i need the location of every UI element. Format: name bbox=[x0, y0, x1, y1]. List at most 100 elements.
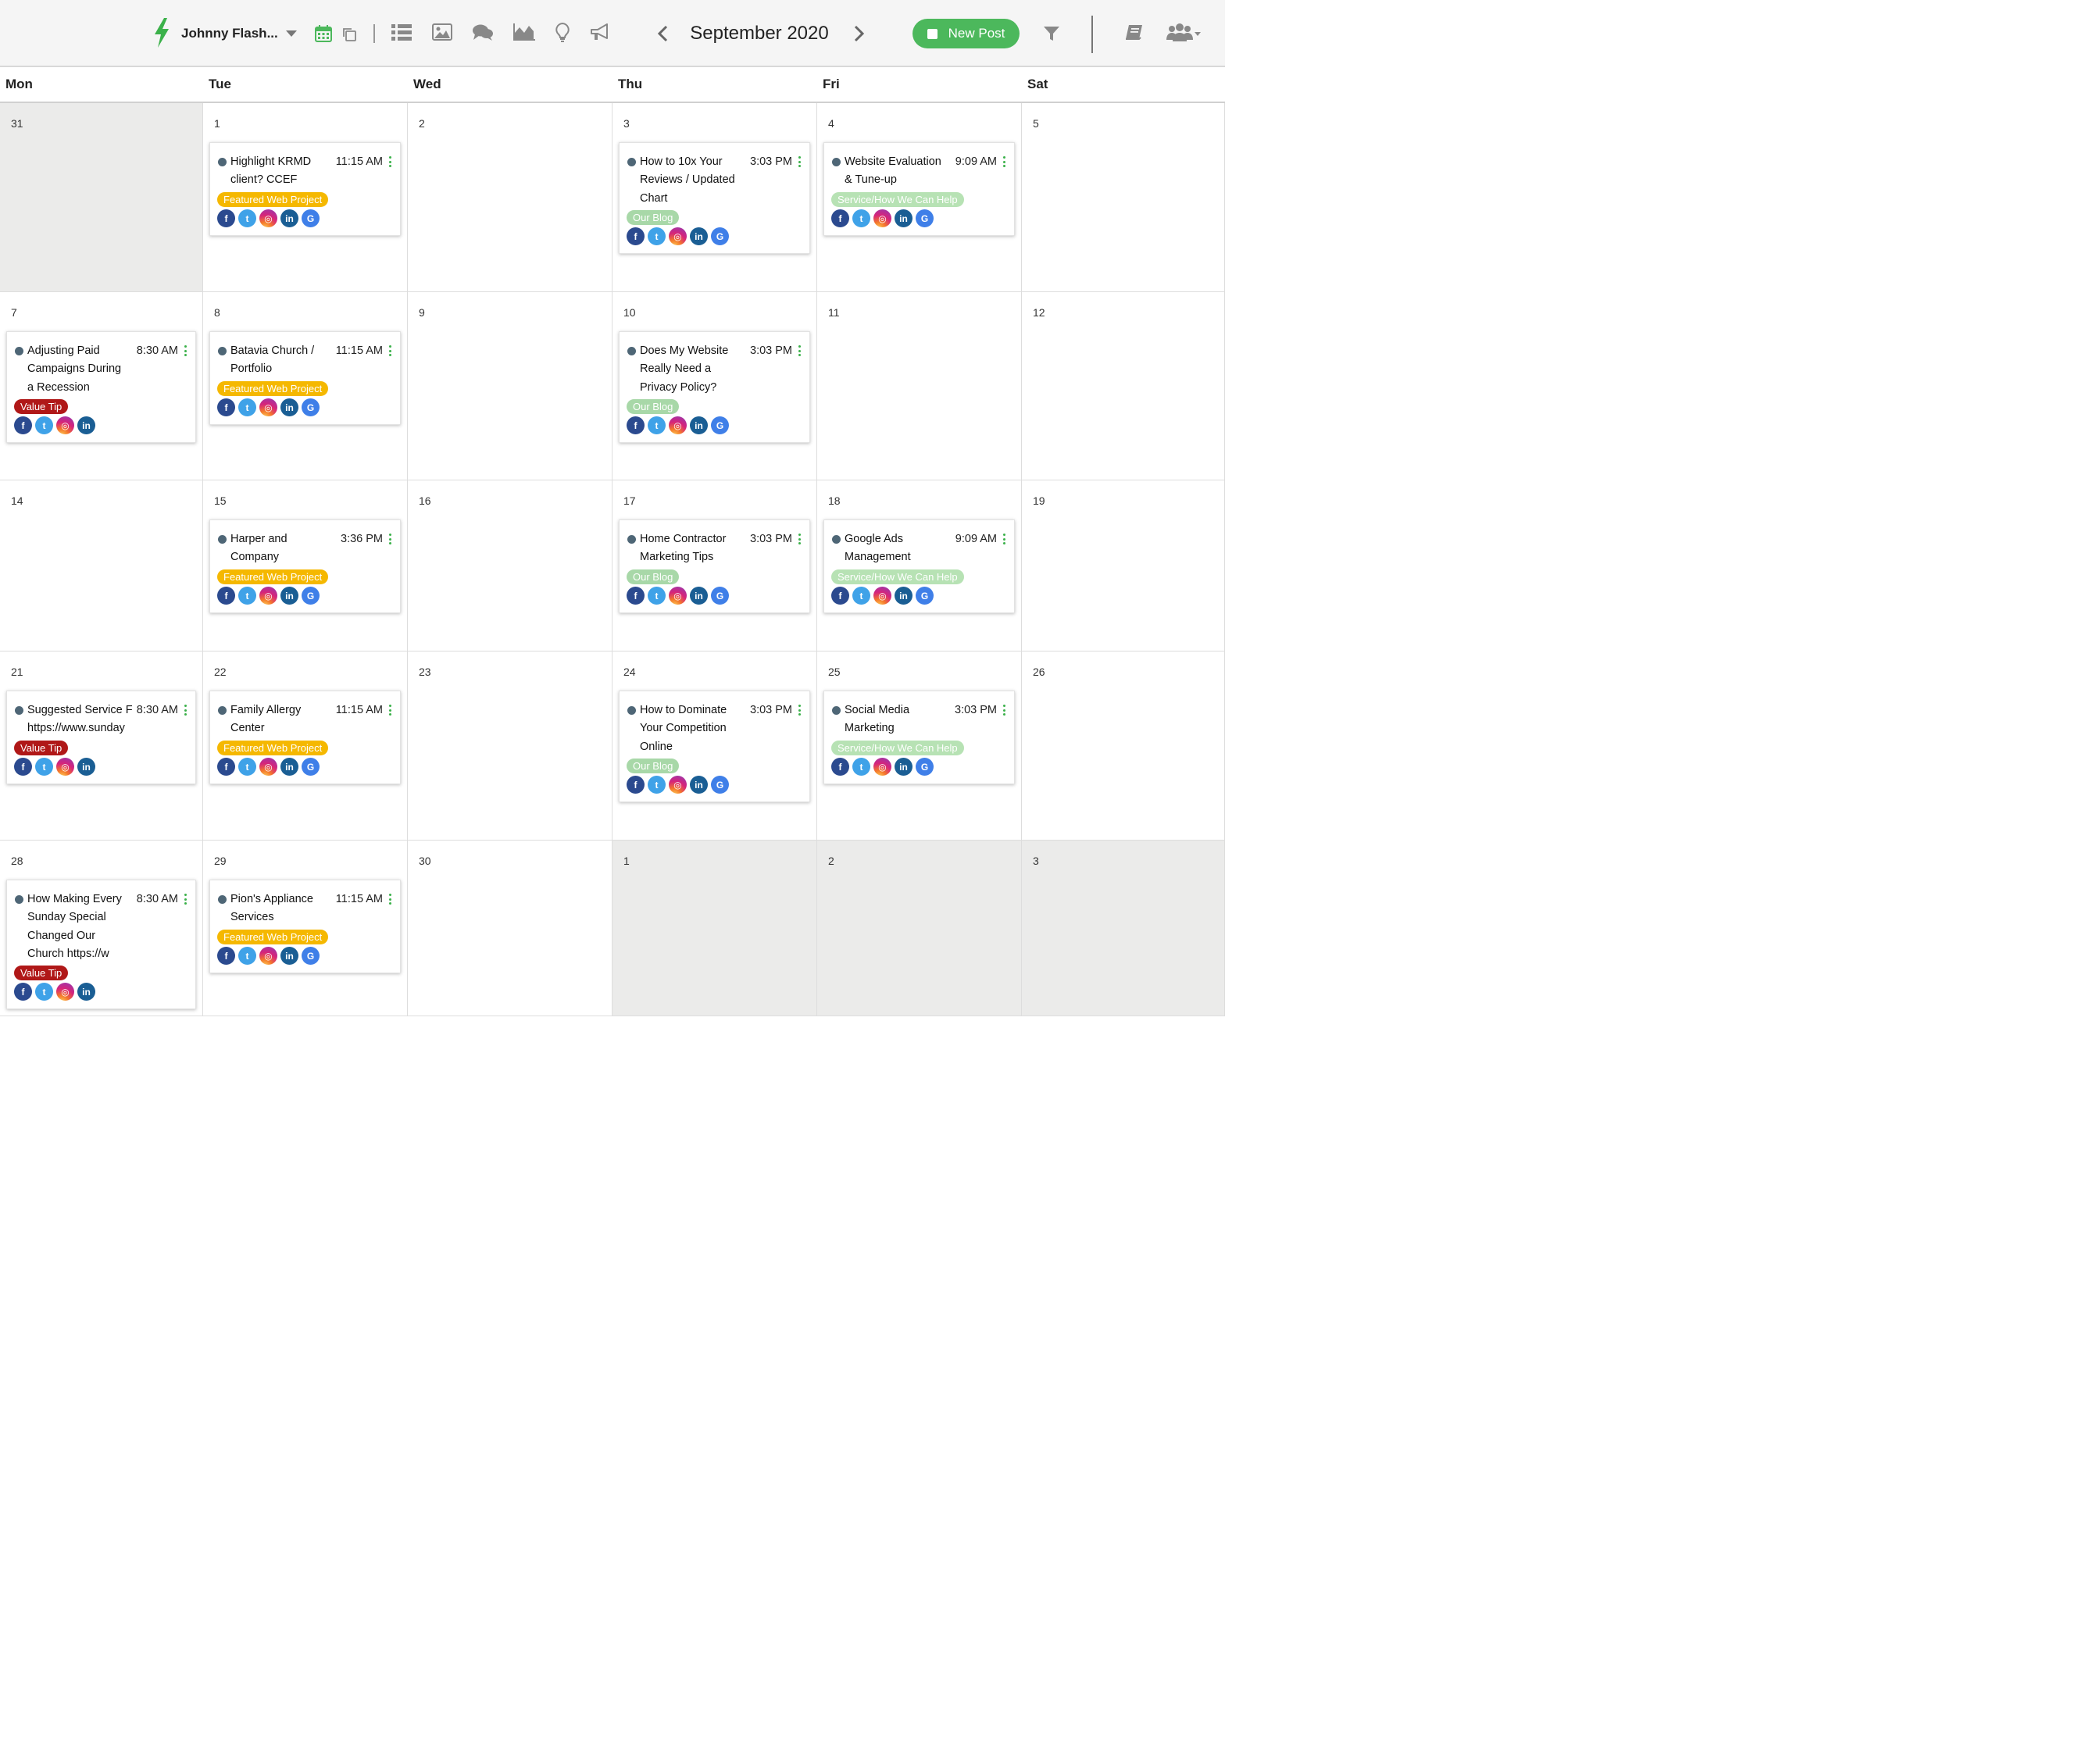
facebook-icon: f bbox=[217, 587, 235, 605]
post-card[interactable]: Google Ads Management 9:09 AM Service/How W… bbox=[823, 519, 1015, 613]
day-number: 1 bbox=[214, 117, 220, 130]
post-card[interactable]: Does My Website Really Need a Privacy Poli… bbox=[619, 331, 810, 443]
post-status-dot bbox=[627, 158, 636, 166]
post-menu-icon[interactable] bbox=[184, 894, 188, 905]
post-category-tag: Value Tip bbox=[14, 399, 69, 414]
post-card[interactable]: Family Allergy Center 11:15 AM Featured Web… bbox=[209, 691, 401, 784]
post-title: Pion's Appliance Services bbox=[230, 891, 335, 927]
post-card[interactable]: Harper and Company 3:36 PM Featured Web Pro… bbox=[209, 519, 401, 613]
day-cell[interactable]: 5 bbox=[1022, 103, 1225, 292]
lightbulb-icon[interactable] bbox=[554, 22, 571, 43]
day-cell[interactable]: 16 bbox=[408, 480, 612, 651]
list-view-icon[interactable] bbox=[391, 23, 412, 41]
day-cell[interactable]: 11 bbox=[817, 292, 1022, 480]
post-card[interactable]: Batavia Church / Portfolio 11:15 AM Feature… bbox=[209, 331, 401, 425]
month-label: September 2020 bbox=[690, 23, 829, 44]
day-cell[interactable]: 29 Pion's Appliance Services 11:15 AM Featur… bbox=[203, 841, 408, 1016]
post-menu-icon[interactable] bbox=[389, 705, 392, 716]
twitter-icon: t bbox=[648, 776, 666, 794]
post-networks: f t ◎ in bbox=[14, 416, 95, 434]
post-menu-icon[interactable] bbox=[1003, 156, 1006, 167]
post-menu-icon[interactable] bbox=[389, 345, 392, 356]
post-networks: f t ◎ in bbox=[14, 983, 95, 1001]
day-cell[interactable]: 2 bbox=[817, 841, 1022, 1016]
post-title: Does My Website Really Need a Privacy Poli… bbox=[640, 342, 745, 397]
post-title-line: Reviews / Updated bbox=[640, 173, 735, 187]
post-menu-icon[interactable] bbox=[389, 894, 392, 905]
day-cell[interactable]: 30 bbox=[408, 841, 612, 1016]
day-cell[interactable]: 15 Harper and Company 3:36 PM Featured Web P… bbox=[203, 480, 408, 651]
day-cell[interactable]: 12 bbox=[1022, 292, 1225, 480]
instagram-icon: ◎ bbox=[873, 758, 891, 776]
analytics-icon[interactable] bbox=[512, 23, 536, 41]
day-cell[interactable]: 22 Family Allergy Center 11:15 AM Featured W… bbox=[203, 651, 408, 841]
day-cell[interactable]: 14 bbox=[0, 480, 203, 651]
post-card[interactable]: Website Evaluation & Tune-up 9:09 AM Servic… bbox=[823, 142, 1015, 236]
day-cell[interactable]: 3 bbox=[1022, 841, 1225, 1016]
post-card[interactable]: Home Contractor Marketing Tips 3:03 PM Our … bbox=[619, 519, 810, 613]
new-post-button[interactable]: New Post bbox=[912, 19, 1020, 48]
post-menu-icon[interactable] bbox=[1003, 705, 1006, 716]
day-cell[interactable]: 21 Suggested Service F https://www.sunday 8… bbox=[0, 651, 203, 841]
day-cell[interactable]: 8 Batavia Church / Portfolio 11:15 AM Featur… bbox=[203, 292, 408, 480]
post-menu-icon[interactable] bbox=[798, 705, 802, 716]
filter-icon[interactable] bbox=[1042, 24, 1061, 43]
comments-icon[interactable] bbox=[472, 23, 494, 41]
post-card[interactable]: How Making Every Sunday Special Changed Ou… bbox=[6, 880, 196, 1009]
post-card[interactable]: Adjusting Paid Campaigns During a Recessio… bbox=[6, 331, 196, 443]
post-menu-icon[interactable] bbox=[798, 345, 802, 356]
post-time: 8:30 AM bbox=[136, 344, 178, 357]
image-icon[interactable] bbox=[431, 23, 453, 41]
linkedin-icon: in bbox=[77, 416, 95, 434]
post-menu-icon[interactable] bbox=[184, 705, 188, 716]
day-cell[interactable]: 28 How Making Every Sunday Special Changed … bbox=[0, 841, 203, 1016]
google-icon: G bbox=[916, 587, 934, 605]
day-cell[interactable]: 31 bbox=[0, 103, 203, 292]
post-time: 3:36 PM bbox=[341, 533, 383, 545]
day-cell[interactable]: 3 How to 10x Your Reviews / Updated Chart 3:… bbox=[612, 103, 817, 292]
post-card[interactable]: Pion's Appliance Services 11:15 AM Featured… bbox=[209, 880, 401, 973]
megaphone-icon[interactable] bbox=[589, 23, 611, 42]
facebook-icon: f bbox=[627, 227, 645, 245]
copy-icon[interactable] bbox=[341, 26, 358, 43]
post-menu-icon[interactable] bbox=[389, 156, 392, 167]
post-card[interactable]: How to 10x Your Reviews / Updated Chart 3:0… bbox=[619, 142, 810, 254]
post-card[interactable]: How to Dominate Your Competition Online 3:0… bbox=[619, 691, 810, 802]
day-cell[interactable]: 18 Google Ads Management 9:09 AM Service/How… bbox=[817, 480, 1022, 651]
prev-month-button[interactable] bbox=[653, 23, 672, 44]
post-menu-icon[interactable] bbox=[798, 156, 802, 167]
post-category-tag: Featured Web Project bbox=[217, 930, 329, 944]
day-cell[interactable]: 25 Social Media Marketing 3:03 PM Service/Ho… bbox=[817, 651, 1022, 841]
day-cell[interactable]: 7 Adjusting Paid Campaigns During a Recessi… bbox=[0, 292, 203, 480]
instagram-icon: ◎ bbox=[259, 758, 277, 776]
day-cell[interactable]: 17 Home Contractor Marketing Tips 3:03 PM Ou… bbox=[612, 480, 817, 651]
facebook-icon: f bbox=[627, 776, 645, 794]
day-cell[interactable]: 10 Does My Website Really Need a Privacy Po… bbox=[612, 292, 817, 480]
post-card[interactable]: Highlight KRMD client? CCEF 11:15 AM Featur… bbox=[209, 142, 401, 236]
day-cell[interactable]: 2 bbox=[408, 103, 612, 292]
day-cell[interactable]: 4 Website Evaluation & Tune-up 9:09 AM Servi… bbox=[817, 103, 1022, 292]
day-cell[interactable]: 1 bbox=[612, 841, 817, 1016]
day-cell[interactable]: 23 bbox=[408, 651, 612, 841]
google-icon: G bbox=[916, 758, 934, 776]
day-cell[interactable]: 1 Highlight KRMD client? CCEF 11:15 AM Featu… bbox=[203, 103, 408, 292]
team-menu-icon[interactable] bbox=[1166, 22, 1202, 44]
day-cell[interactable]: 19 bbox=[1022, 480, 1225, 651]
next-month-button[interactable] bbox=[850, 23, 869, 44]
day-cell[interactable]: 24 How to Dominate Your Competition Online 3… bbox=[612, 651, 817, 841]
post-menu-icon[interactable] bbox=[1003, 534, 1006, 544]
post-title-line: Chart bbox=[640, 191, 668, 205]
post-menu-icon[interactable] bbox=[389, 534, 392, 544]
account-switcher[interactable]: Johnny Flash... bbox=[181, 23, 297, 44]
post-card[interactable]: Suggested Service F https://www.sunday 8:3… bbox=[6, 691, 196, 784]
calendar-icon[interactable] bbox=[313, 23, 333, 43]
post-menu-icon[interactable] bbox=[184, 345, 188, 356]
post-menu-icon[interactable] bbox=[798, 534, 802, 544]
post-title-line: Changed Our bbox=[27, 929, 96, 942]
day-cell[interactable]: 26 bbox=[1022, 651, 1225, 841]
day-cell[interactable]: 9 bbox=[408, 292, 612, 480]
brand-bolt-icon[interactable] bbox=[152, 17, 172, 48]
twitter-icon: t bbox=[852, 758, 870, 776]
post-card[interactable]: Social Media Marketing 3:03 PM Service/How … bbox=[823, 691, 1015, 784]
book-icon[interactable] bbox=[1123, 23, 1144, 42]
